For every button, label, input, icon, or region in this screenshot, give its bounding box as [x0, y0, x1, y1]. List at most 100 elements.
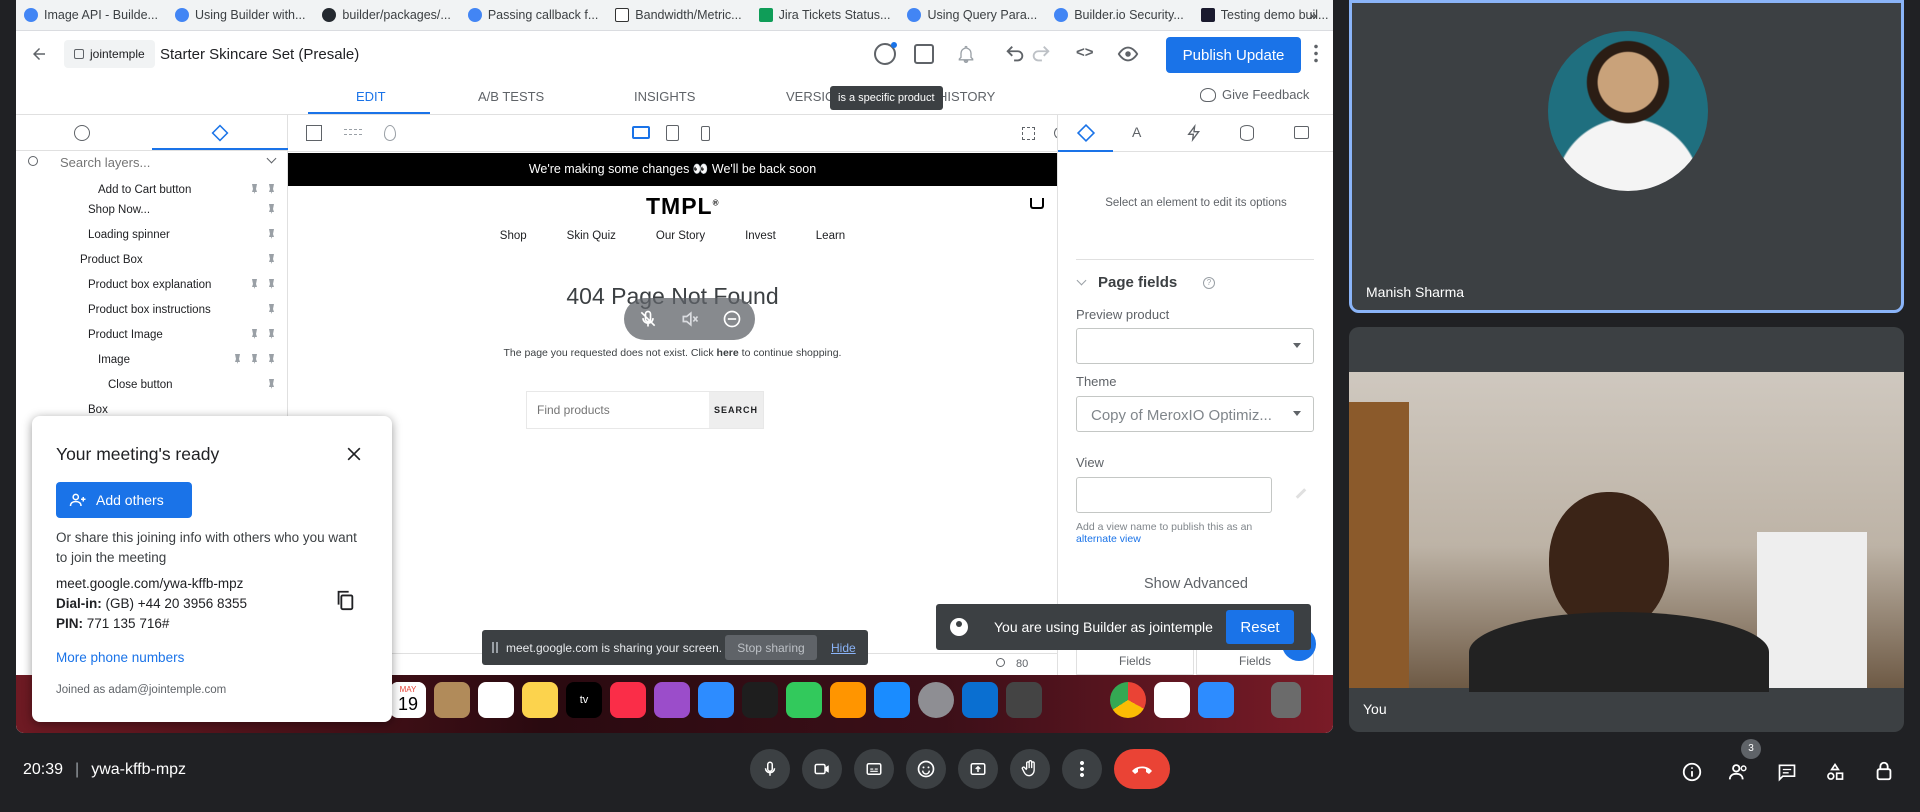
- bookmark-item[interactable]: Passing callback f...: [467, 8, 598, 22]
- numbers-app-icon[interactable]: [786, 682, 822, 718]
- raise-hand-button[interactable]: [1010, 749, 1050, 789]
- columns-icon[interactable]: [306, 125, 322, 141]
- alternate-view-link[interactable]: alternate view: [1076, 533, 1141, 545]
- activities-icon[interactable]: [1824, 762, 1846, 782]
- desktop-view-icon[interactable]: [632, 126, 650, 139]
- show-advanced-button[interactable]: Show Advanced: [1058, 576, 1333, 592]
- copy-icon[interactable]: [334, 588, 356, 612]
- participant-tile[interactable]: Manish Sharma: [1349, 0, 1904, 313]
- reactions-button[interactable]: [906, 749, 946, 789]
- bookmark-item[interactable]: Builder.io Security...: [1054, 8, 1184, 22]
- layer-row[interactable]: Product Image: [16, 322, 288, 347]
- schedule-icon[interactable]: [914, 44, 934, 64]
- speaker-off-icon[interactable]: [680, 309, 700, 329]
- nav-invest[interactable]: Invest: [745, 230, 776, 242]
- layer-row[interactable]: Image: [16, 347, 288, 372]
- view-input[interactable]: [1076, 477, 1272, 513]
- people-icon[interactable]: [1727, 761, 1751, 783]
- add-block-icon[interactable]: [74, 125, 90, 141]
- tablet-view-icon[interactable]: [666, 125, 679, 141]
- self-video-tile[interactable]: You: [1349, 327, 1904, 732]
- layer-search[interactable]: [16, 151, 288, 173]
- apple-tv-app-icon[interactable]: tv: [566, 682, 602, 718]
- calendar-app-icon[interactable]: MAY 19: [390, 682, 426, 718]
- figma-app-icon[interactable]: [742, 682, 778, 718]
- layer-row[interactable]: Product Box: [16, 247, 288, 272]
- more-phone-numbers-link[interactable]: More phone numbers: [56, 650, 184, 665]
- add-others-button[interactable]: Add others: [56, 482, 192, 518]
- notes-app-icon[interactable]: [522, 682, 558, 718]
- reset-button[interactable]: Reset: [1226, 610, 1294, 644]
- pages-app-icon[interactable]: [830, 682, 866, 718]
- spacing-icon[interactable]: [344, 129, 362, 135]
- present-screen-button[interactable]: [958, 749, 998, 789]
- lightning-icon[interactable]: [1186, 124, 1202, 142]
- keynote-app-icon[interactable]: [698, 682, 734, 718]
- mobile-view-icon[interactable]: [701, 126, 710, 141]
- slack-app-icon[interactable]: [1154, 682, 1190, 718]
- undo-icon[interactable]: [1004, 43, 1026, 65]
- close-icon[interactable]: [344, 444, 364, 464]
- fullscreen-icon[interactable]: [1022, 127, 1035, 140]
- flame-icon[interactable]: [384, 125, 396, 141]
- system-settings-icon[interactable]: [918, 682, 954, 718]
- music-app-icon[interactable]: [610, 682, 646, 718]
- screenshot-app-icon[interactable]: [1006, 682, 1042, 718]
- more-options-button[interactable]: [1062, 749, 1102, 789]
- nav-skin-quiz[interactable]: Skin Quiz: [567, 230, 616, 242]
- bookmark-item[interactable]: Using Query Para...: [907, 8, 1037, 22]
- zoom-app-icon[interactable]: [1198, 682, 1234, 718]
- notification-bell-icon[interactable]: [956, 43, 976, 65]
- tab-edit[interactable]: EDIT: [356, 89, 386, 104]
- layer-row[interactable]: Product box explanation: [16, 272, 288, 297]
- layer-row[interactable]: Shop Now...: [16, 197, 288, 222]
- nav-learn[interactable]: Learn: [816, 230, 845, 242]
- code-icon[interactable]: <>: [1076, 44, 1094, 61]
- give-feedback-button[interactable]: Give Feedback: [1200, 87, 1309, 102]
- search-button[interactable]: SEARCH: [709, 392, 763, 428]
- zoom-level[interactable]: 80: [1016, 658, 1028, 670]
- more-vertical-icon[interactable]: [1314, 43, 1318, 63]
- preview-eye-icon[interactable]: [1116, 43, 1140, 65]
- meeting-link[interactable]: meet.google.com/ywa-kffb-mpz: [56, 576, 243, 591]
- tab-insights[interactable]: INSIGHTS: [634, 89, 695, 104]
- trash-icon[interactable]: [1271, 682, 1301, 718]
- meeting-details-icon[interactable]: [1681, 761, 1703, 783]
- layer-row[interactable]: Close button: [16, 372, 288, 397]
- preview-product-select[interactable]: [1076, 328, 1314, 364]
- tab-ab-tests[interactable]: A/B TESTS: [478, 89, 544, 104]
- vscode-app-icon[interactable]: [962, 682, 998, 718]
- bookmark-item[interactable]: Jira Tickets Status...: [758, 8, 890, 22]
- reminders-app-icon[interactable]: [478, 682, 514, 718]
- layer-search-input[interactable]: [60, 155, 240, 170]
- bookmark-item[interactable]: Image API - Builde...: [24, 8, 158, 22]
- pencil-icon[interactable]: [1295, 488, 1307, 499]
- bookmark-item[interactable]: Bandwidth/Metric...: [615, 8, 742, 22]
- help-icon[interactable]: ?: [1203, 277, 1215, 289]
- back-arrow-icon[interactable]: [28, 43, 50, 65]
- app-store-icon[interactable]: [874, 682, 910, 718]
- chat-icon[interactable]: [1776, 762, 1798, 782]
- find-products-input[interactable]: [527, 392, 709, 428]
- contacts-app-icon[interactable]: [434, 682, 470, 718]
- tab-history[interactable]: HISTORY: [938, 89, 995, 104]
- bookmark-item[interactable]: builder/packages/...: [322, 8, 451, 22]
- stop-sharing-button[interactable]: Stop sharing: [725, 635, 817, 660]
- cart-icon[interactable]: [1030, 198, 1044, 209]
- captions-button[interactable]: [854, 749, 894, 789]
- continue-shopping-link[interactable]: here: [717, 347, 739, 359]
- camera-button[interactable]: [802, 749, 842, 789]
- microphone-button[interactable]: [750, 749, 790, 789]
- mic-off-icon[interactable]: [638, 309, 658, 329]
- layer-row[interactable]: Product box instructions: [16, 297, 288, 322]
- comment-icon[interactable]: [1294, 126, 1309, 139]
- redo-icon[interactable]: [1030, 43, 1052, 65]
- layer-row[interactable]: Loading spinner: [16, 222, 288, 247]
- drag-handle-icon[interactable]: [492, 642, 498, 653]
- bookmark-item[interactable]: Using Builder with...: [174, 8, 305, 22]
- database-icon[interactable]: [1240, 125, 1254, 141]
- chevron-down-icon[interactable]: [266, 153, 277, 164]
- host-controls-icon[interactable]: [1873, 760, 1895, 782]
- minimize-icon[interactable]: [722, 309, 742, 329]
- layers-icon[interactable]: [211, 124, 229, 142]
